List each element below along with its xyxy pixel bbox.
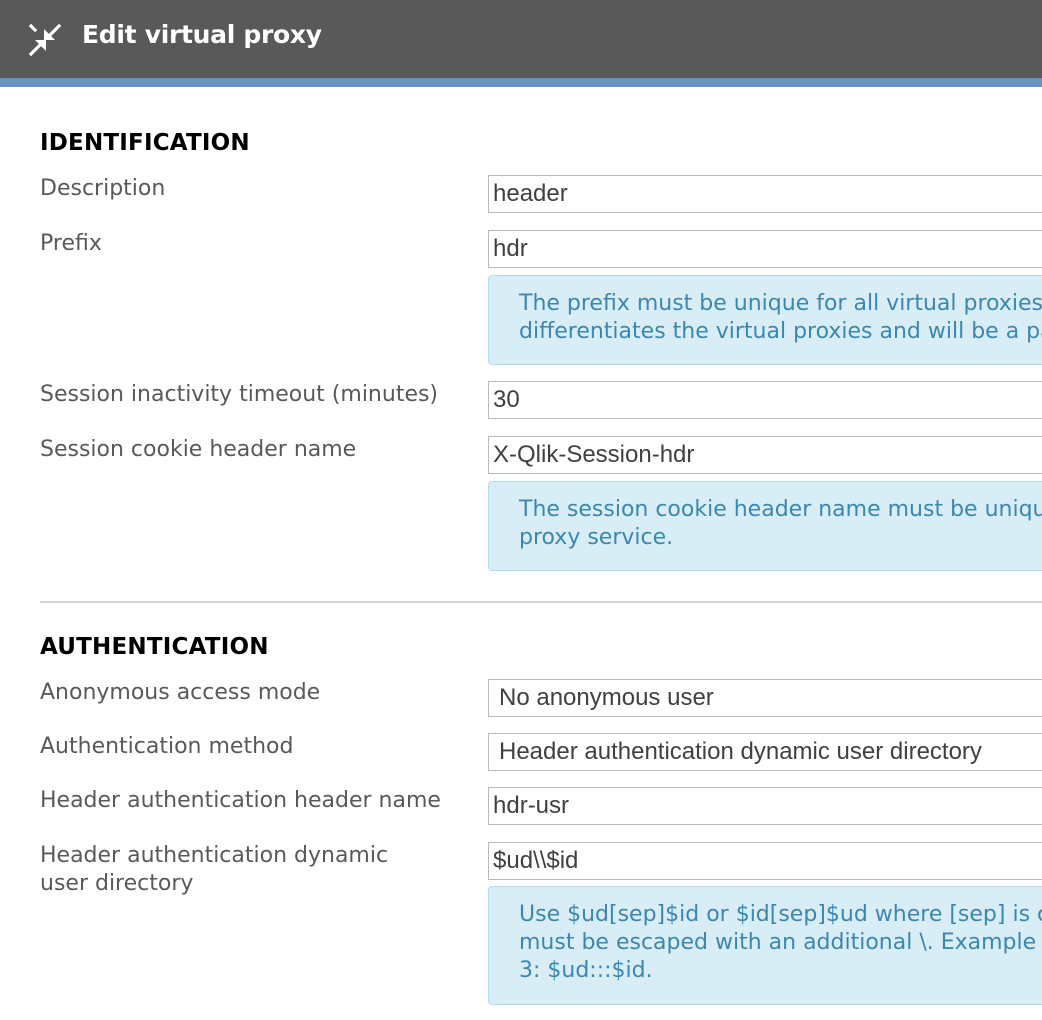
- session-cookie-label: Session cookie header name: [40, 437, 357, 462]
- auth-method-select[interactable]: Header authentication dynamic user direc…: [488, 733, 1042, 771]
- title-bar: Edit virtual proxy: [0, 0, 1042, 78]
- anonymous-mode-select[interactable]: No anonymous user: [488, 679, 1042, 717]
- section-divider: [40, 601, 1042, 603]
- header-name-label: Header authentication header name: [40, 788, 441, 813]
- dynamic-dir-input[interactable]: $ud\\$id: [488, 842, 1042, 880]
- header-name-input[interactable]: hdr-usr: [488, 787, 1042, 825]
- dynamic-dir-label: Header authentication dynamic user direc…: [40, 843, 389, 896]
- authentication-heading: AUTHENTICATION: [40, 634, 269, 660]
- anonymous-mode-label: Anonymous access mode: [40, 680, 321, 705]
- session-timeout-input[interactable]: 30: [488, 381, 1042, 419]
- auth-method-label: Authentication method: [40, 734, 294, 759]
- description-label: Description: [40, 176, 166, 201]
- session-cookie-input[interactable]: X-Qlik-Session-hdr: [488, 436, 1042, 474]
- title-accent-bar: [0, 78, 1042, 87]
- session-cookie-info-box: The session cookie header name must be u…: [488, 481, 1042, 571]
- session-timeout-label: Session inactivity timeout (minutes): [40, 382, 439, 407]
- prefix-input[interactable]: hdr: [488, 230, 1042, 268]
- page-title: Edit virtual proxy: [82, 20, 322, 49]
- prefix-label: Prefix: [40, 231, 102, 256]
- description-input[interactable]: header: [488, 175, 1042, 213]
- prefix-info-box: The prefix must be unique for all virtua…: [488, 275, 1042, 365]
- dynamic-dir-info-box: Use $ud[sep]$id or $id[sep]$ud where [se…: [488, 886, 1042, 1005]
- identification-heading: IDENTIFICATION: [40, 130, 250, 156]
- compress-arrows-icon: [28, 23, 62, 57]
